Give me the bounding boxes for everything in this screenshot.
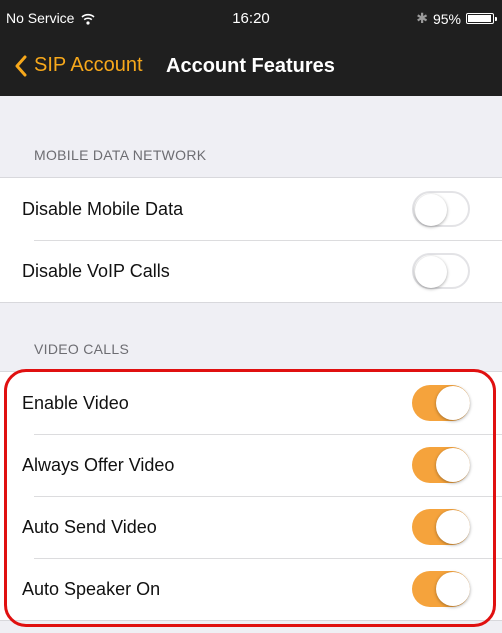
section-header-video-calls: VIDEO CALLS [34, 341, 130, 357]
back-button[interactable]: SIP Account [14, 54, 143, 77]
always-offer-video-toggle[interactable] [412, 447, 470, 483]
bluetooth-icon: ✱ [416, 10, 428, 26]
settings-row: Always Offer Video [0, 434, 502, 496]
disable-mobile-data-toggle[interactable] [412, 191, 470, 227]
status-bar: No Service 16:20 ✱ 95% [0, 0, 502, 38]
auto-send-video-toggle[interactable] [412, 509, 470, 545]
battery-icon [466, 13, 497, 24]
toggle-knob [436, 386, 470, 420]
toggle-knob [436, 510, 470, 544]
page-title: Account Features [166, 55, 335, 77]
settings-row: Disable Mobile Data [0, 178, 502, 240]
row-label: Enable Video [22, 392, 129, 413]
settings-row: Disable VoIP Calls [0, 240, 502, 302]
mobile-data-group: Disable Mobile Data Disable VoIP Calls [0, 177, 502, 303]
row-label: Always Offer Video [22, 454, 175, 475]
toggle-knob [415, 194, 447, 226]
chevron-left-icon [15, 55, 27, 76]
row-label: Auto Speaker On [22, 578, 161, 599]
status-right: ✱ 95% [416, 10, 497, 27]
toggle-knob [436, 572, 470, 606]
toggle-knob [415, 256, 447, 288]
battery-percent: 95% [432, 10, 461, 27]
back-button-label: SIP Account [34, 54, 143, 76]
disable-voip-calls-toggle[interactable] [412, 253, 470, 289]
settings-row: Enable Video [0, 372, 502, 434]
video-calls-group: Enable Video Always Offer Video Auto Sen… [0, 371, 502, 621]
row-label: Disable Mobile Data [22, 198, 184, 219]
toggle-knob [436, 448, 470, 482]
auto-speaker-on-toggle[interactable] [412, 571, 470, 607]
enable-video-toggle[interactable] [412, 385, 470, 421]
section-header-mobile-data: MOBILE DATA NETWORK [34, 147, 207, 163]
navigation-bar: SIP Account Account Features [0, 38, 502, 96]
settings-row: Auto Speaker On [0, 558, 502, 620]
row-label: Auto Send Video [22, 516, 157, 537]
settings-row: Auto Send Video [0, 496, 502, 558]
row-label: Disable VoIP Calls [22, 260, 170, 281]
